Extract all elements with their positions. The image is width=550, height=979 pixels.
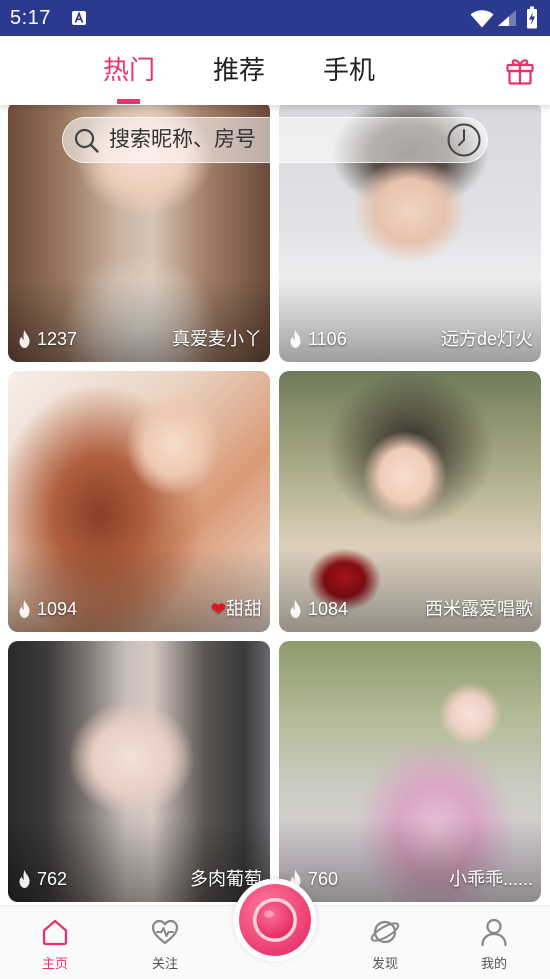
cover-shade (279, 371, 541, 632)
nav-label: 关注 (151, 956, 178, 971)
room-card[interactable]: 1084 西米露爱唱歌 (279, 371, 541, 632)
heart-pulse-icon (151, 919, 179, 945)
cover-shade (8, 371, 270, 632)
cover-shade (8, 641, 270, 902)
room-name: 远方de灯火 (440, 329, 533, 349)
nav-item-discover[interactable]: 发现 (330, 906, 440, 979)
search-input[interactable] (109, 118, 439, 162)
nav-item-home[interactable]: 主页 (0, 906, 110, 979)
room-heat: 1094 (16, 598, 77, 620)
tab-label: 手机 (322, 55, 375, 85)
live-camera-button[interactable] (233, 878, 317, 962)
planet-icon (370, 920, 400, 944)
room-heat: 1237 (16, 328, 77, 350)
room-card[interactable]: 762 多肉葡萄 (8, 641, 270, 902)
top-tab-bar: 热门 推荐 手机 (0, 36, 550, 105)
signal-icon (498, 10, 516, 26)
cover-shade (279, 641, 541, 902)
room-name: 小乖乖...... (448, 869, 533, 889)
active-tab-indicator (117, 99, 140, 104)
home-icon (42, 919, 68, 946)
nav-label: 主页 (41, 956, 68, 971)
status-time: 5:17 (10, 7, 51, 29)
tab-hot[interactable]: 热门 (74, 36, 184, 105)
room-card[interactable]: 760 小乖乖...... (279, 641, 541, 902)
notification-a-icon (72, 11, 86, 25)
app-screen: 5:17 热门 推荐 手机 搜索昵称、房号 1237 真爱麦小丫 1106 远方… (0, 0, 550, 979)
room-heat-count: 1084 (308, 599, 349, 619)
room-heat-count: 762 (37, 869, 68, 889)
room-heat: 1084 (287, 598, 348, 620)
room-heat: 1106 (287, 328, 347, 350)
room-heat: 762 (16, 868, 67, 890)
room-name: 西米露爱唱歌 (425, 599, 533, 619)
wifi-icon (470, 10, 494, 28)
room-name: ❤甜甜 (210, 599, 262, 619)
room-heat-count: 1237 (37, 329, 78, 349)
fire-icon (16, 869, 33, 889)
fire-icon (16, 599, 33, 619)
tab-label: 推荐 (212, 55, 265, 85)
status-bar: 5:17 (0, 0, 550, 36)
person-icon (481, 918, 507, 947)
tab-recommended[interactable]: 推荐 (184, 36, 294, 105)
room-name: 真爱麦小丫 (172, 329, 262, 349)
room-heat-count: 1106 (308, 329, 347, 349)
nav-item-me[interactable]: 我的 (439, 906, 549, 979)
search-icon (74, 128, 99, 153)
room-card[interactable]: 1094 ❤甜甜 (8, 371, 270, 632)
search-bar[interactable] (62, 117, 488, 163)
fire-icon (287, 599, 304, 619)
room-heat-count: 1094 (37, 599, 78, 619)
history-clock-icon[interactable] (446, 122, 482, 158)
nav-label: 发现 (371, 956, 398, 971)
gift-icon[interactable] (505, 56, 535, 86)
nav-label: 我的 (480, 956, 507, 971)
tab-label: 热门 (102, 55, 155, 85)
fire-icon (287, 329, 304, 349)
fire-icon (16, 329, 33, 349)
battery-charging-icon (527, 6, 537, 29)
category-tabs: 热门 推荐 手机 (74, 36, 404, 105)
nav-item-follow[interactable]: 关注 (110, 906, 220, 979)
room-grid: 1237 真爱麦小丫 1106 远方de灯火 1094 ❤甜甜 1084 西米露… (8, 101, 541, 902)
tab-mobile[interactable]: 手机 (294, 36, 404, 105)
